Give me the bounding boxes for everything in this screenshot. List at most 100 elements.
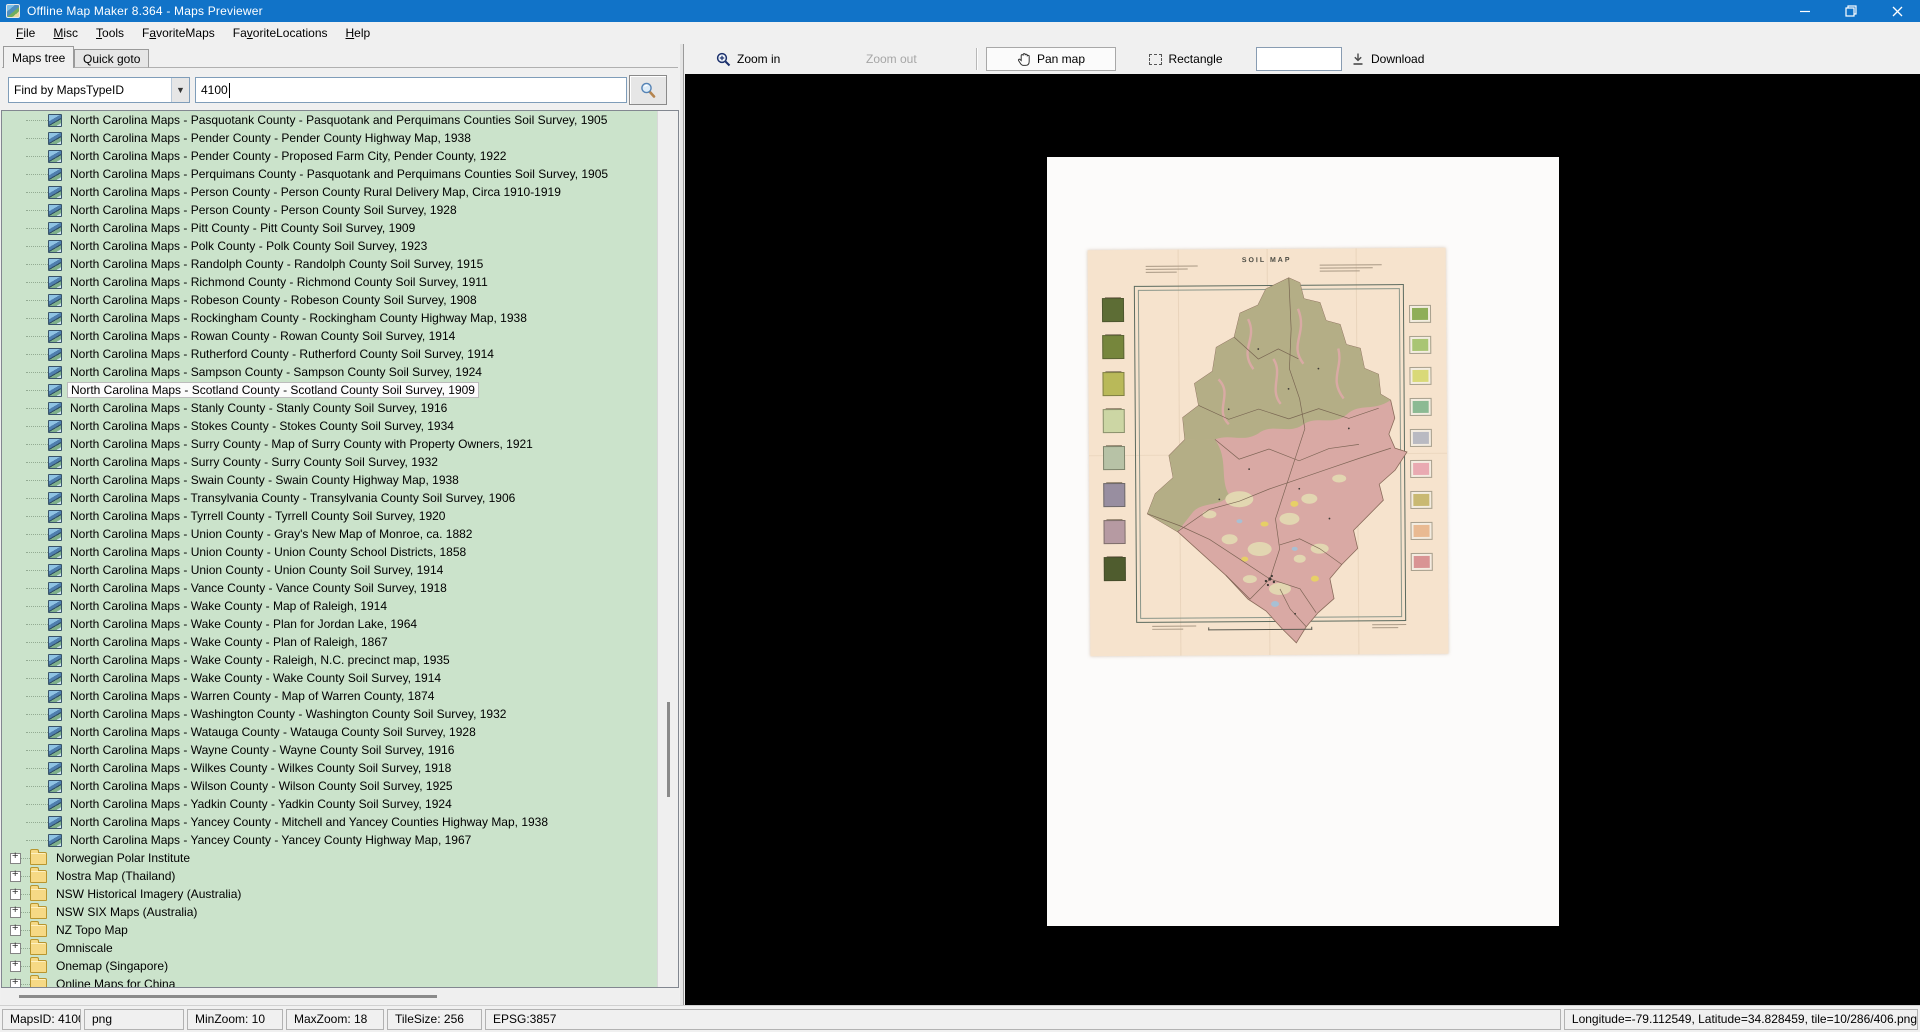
tree-map-item[interactable]: North Carolina Maps - Scotland County - … [2,381,678,399]
zoom-out-button[interactable]: Zoom out [866,44,917,74]
tree-map-item[interactable]: North Carolina Maps - Richmond County - … [2,273,678,291]
find-by-dropdown[interactable]: Find by MapsTypeID ▼ [8,77,190,103]
tree-map-item[interactable]: North Carolina Maps - Wayne County - Way… [2,741,678,759]
expand-plus-icon[interactable] [10,925,21,936]
tree-folder-item[interactable]: Onemap (Singapore) [2,957,678,975]
tree-map-item[interactable]: North Carolina Maps - Wake County - Plan… [2,615,678,633]
map-item-icon [48,366,62,379]
tree-map-item[interactable]: North Carolina Maps - Surry County - Sur… [2,453,678,471]
window-title: Offline Map Maker 8.364 - Maps Previewer [27,4,263,18]
tree-map-item[interactable]: North Carolina Maps - Transylvania Count… [2,489,678,507]
search-input[interactable]: 4100 [195,77,627,103]
toolbar-text-field[interactable] [1256,47,1342,71]
map-item-icon [48,744,62,757]
horizontal-scroll-thumb[interactable] [19,995,437,998]
tree-map-item[interactable]: North Carolina Maps - Sampson County - S… [2,363,678,381]
tree-map-item[interactable]: North Carolina Maps - Union County - Uni… [2,561,678,579]
tree-map-item[interactable]: North Carolina Maps - Swain County - Swa… [2,471,678,489]
expand-plus-icon[interactable] [10,979,21,989]
tree-map-item[interactable]: North Carolina Maps - Union County - Uni… [2,543,678,561]
tree-map-item[interactable]: North Carolina Maps - Watauga County - W… [2,723,678,741]
tree-map-item[interactable]: North Carolina Maps - Pender County - Pe… [2,129,678,147]
expand-plus-icon[interactable] [10,943,21,954]
tree-map-item[interactable]: North Carolina Maps - Yadkin County - Ya… [2,795,678,813]
tree-folder-item[interactable]: Online Maps for China [2,975,678,988]
restore-button[interactable] [1828,0,1874,22]
search-button[interactable] [629,75,667,105]
tree-folder-item[interactable]: NZ Topo Map [2,921,678,939]
map-item-label: North Carolina Maps - Wake County - Plan… [67,616,420,632]
tree-map-item[interactable]: North Carolina Maps - Pasquotank County … [2,111,678,129]
tab-maps-tree[interactable]: Maps tree [3,46,74,68]
map-item-label: North Carolina Maps - Sampson County - S… [67,364,485,380]
menu-item[interactable]: File [7,23,44,43]
pan-map-button[interactable]: Pan map [986,47,1116,71]
expand-plus-icon[interactable] [10,853,21,864]
tree-map-item[interactable]: North Carolina Maps - Wilkes County - Wi… [2,759,678,777]
tree-map-item[interactable]: North Carolina Maps - Wake County - Rale… [2,651,678,669]
tab-quick-goto[interactable]: Quick goto [74,49,149,68]
tree-map-item[interactable]: North Carolina Maps - Wake County - Map … [2,597,678,615]
tree-map-item[interactable]: North Carolina Maps - Stanly County - St… [2,399,678,417]
menu-item[interactable]: Tools [87,23,133,43]
tree-map-item[interactable]: North Carolina Maps - Warren County - Ma… [2,687,678,705]
tree-map-item[interactable]: North Carolina Maps - Union County - Gra… [2,525,678,543]
tree-map-item[interactable]: North Carolina Maps - Pender County - Pr… [2,147,678,165]
tree-map-item[interactable]: North Carolina Maps - Polk County - Polk… [2,237,678,255]
folder-label: NSW Historical Imagery (Australia) [53,886,244,902]
folder-icon [30,852,47,865]
tree-map-item[interactable]: North Carolina Maps - Surry County - Map… [2,435,678,453]
tree-folder-item[interactable]: NSW SIX Maps (Australia) [2,903,678,921]
expand-plus-icon[interactable] [10,889,21,900]
tree-map-item[interactable]: North Carolina Maps - Stokes County - St… [2,417,678,435]
tree-guide-line [26,120,48,121]
tree-map-item[interactable]: North Carolina Maps - Wake County - Wake… [2,669,678,687]
map-item-label: North Carolina Maps - Union County - Uni… [67,544,469,560]
tree-folder-item[interactable]: Norwegian Polar Institute [2,849,678,867]
menu-item[interactable]: Help [337,23,380,43]
expand-plus-icon[interactable] [10,907,21,918]
tree-guide-line [26,714,48,715]
tree-map-item[interactable]: North Carolina Maps - Washington County … [2,705,678,723]
tree-map-item[interactable]: North Carolina Maps - Rowan County - Row… [2,327,678,345]
tree-map-item[interactable]: North Carolina Maps - Wilson County - Wi… [2,777,678,795]
chevron-down-icon[interactable]: ▼ [171,78,189,102]
menu-item[interactable]: Misc [44,23,87,43]
map-item-icon [48,438,62,451]
tree-map-item[interactable]: North Carolina Maps - Yancey County - Ya… [2,831,678,849]
tree-horizontal-scrollbar[interactable] [1,990,679,1004]
tree-folder-item[interactable]: NSW Historical Imagery (Australia) [2,885,678,903]
tree-folder-item[interactable]: Nostra Map (Thailand) [2,867,678,885]
map-item-label: North Carolina Maps - Stokes County - St… [67,418,457,434]
zoom-in-button[interactable]: Zoom in [716,44,780,74]
rectangle-button[interactable]: Rectangle [1126,47,1246,71]
tree-map-item[interactable]: North Carolina Maps - Pitt County - Pitt… [2,219,678,237]
tree-map-item[interactable]: North Carolina Maps - Yancey County - Mi… [2,813,678,831]
tree-map-item[interactable]: North Carolina Maps - Tyrrell County - T… [2,507,678,525]
tree-map-item[interactable]: North Carolina Maps - Rockingham County … [2,309,678,327]
map-item-label: North Carolina Maps - Wake County - Plan… [67,634,391,650]
vertical-scroll-thumb[interactable] [667,702,670,797]
panel-splitter[interactable] [680,44,684,1005]
folder-label: Online Maps for China [53,976,178,988]
tree-map-item[interactable]: North Carolina Maps - Randolph County - … [2,255,678,273]
download-button[interactable]: Download [1351,44,1424,74]
tree-map-item[interactable]: North Carolina Maps - Wake County - Plan… [2,633,678,651]
menu-item[interactable]: FavoriteMaps [133,23,224,43]
tree-vertical-scrollbar[interactable] [657,111,678,987]
tree-map-item[interactable]: North Carolina Maps - Vance County - Van… [2,579,678,597]
close-button[interactable] [1874,0,1920,22]
tree-map-item[interactable]: North Carolina Maps - Person County - Pe… [2,201,678,219]
expand-plus-icon[interactable] [10,961,21,972]
tree-folder-item[interactable]: Omniscale [2,939,678,957]
map-viewer[interactable]: SOIL MAP [685,74,1920,1005]
tree-map-item[interactable]: North Carolina Maps - Robeson County - R… [2,291,678,309]
tree-map-item[interactable]: North Carolina Maps - Perquimans County … [2,165,678,183]
expand-plus-icon[interactable] [10,871,21,882]
tree-map-item[interactable]: North Carolina Maps - Person County - Pe… [2,183,678,201]
menu-item[interactable]: FavoriteLocations [224,23,337,43]
tree-guide-line [26,174,48,175]
status-cell: Longitude=-79.112549, Latitude=34.828459… [1564,1009,1918,1030]
minimize-button[interactable] [1782,0,1828,22]
tree-map-item[interactable]: North Carolina Maps - Rutherford County … [2,345,678,363]
